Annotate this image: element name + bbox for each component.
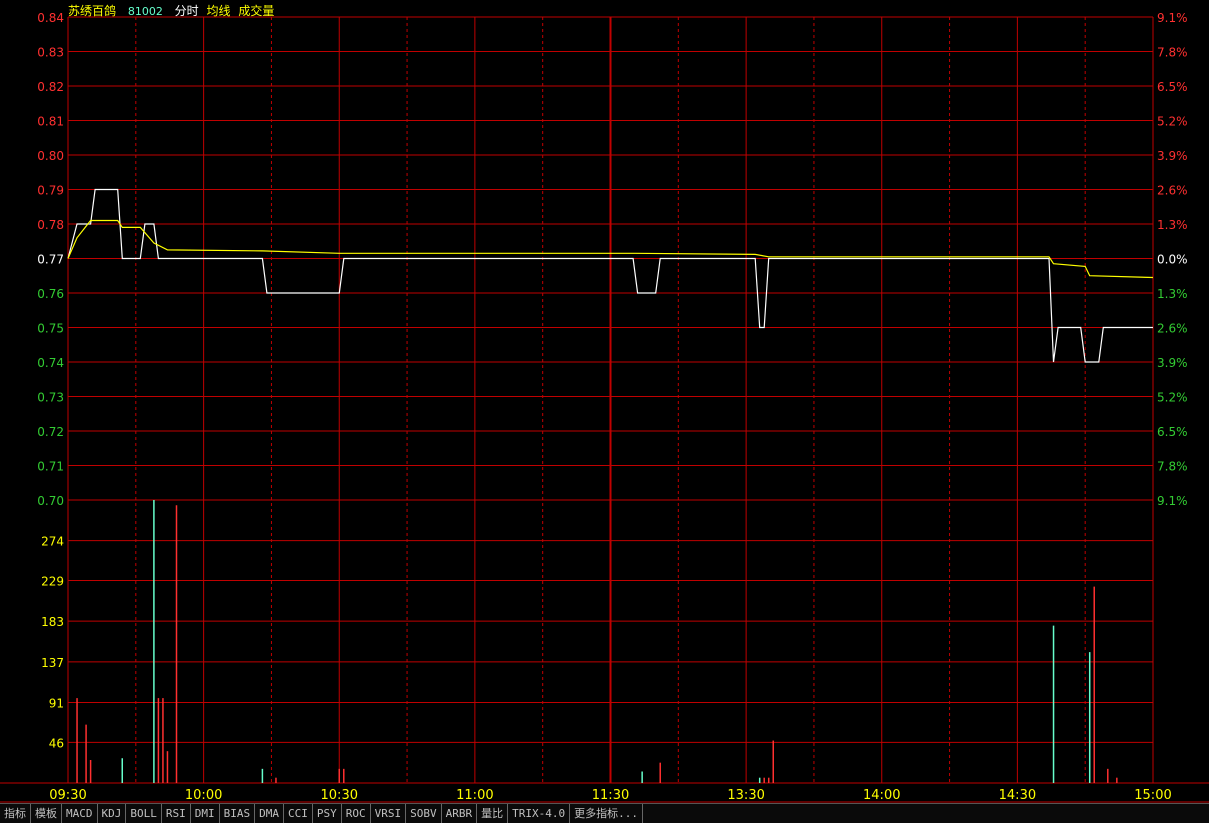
toolbar-tab[interactable]: TRIX-4.0 (508, 804, 571, 823)
price-tick-label: 0.75 (37, 322, 64, 336)
price-tick-label: 0.70 (37, 494, 64, 508)
price-tick-label: 0.83 (37, 46, 64, 60)
pct-tick-label: 5.2% (1157, 115, 1188, 129)
toolbar-tab[interactable]: ARBR (442, 804, 478, 823)
time-tick-label: 11:30 (592, 788, 629, 803)
pct-tick-label: 7.8% (1157, 46, 1188, 60)
toolbar-tab[interactable]: VRSI (371, 804, 407, 823)
toolbar-tab[interactable]: 量比 (477, 804, 509, 823)
volume-tick-label: 229 (41, 574, 64, 588)
toolbar-tab[interactable]: SOBV (406, 804, 442, 823)
pct-tick-label: 3.9% (1157, 356, 1188, 370)
price-tick-label: 0.82 (37, 80, 64, 94)
volume-tick-label: 46 (49, 736, 64, 750)
time-tick-label: 09:30 (49, 788, 86, 803)
time-tick-label: 10:00 (185, 788, 222, 803)
pct-tick-label: 3.9% (1157, 149, 1188, 163)
pct-tick-label: 6.5% (1157, 80, 1188, 94)
toolbar-tab[interactable]: DMA (255, 804, 284, 823)
price-tick-label: 0.79 (37, 184, 64, 198)
pct-tick-label: 2.6% (1157, 322, 1188, 336)
time-tick-label: 11:00 (456, 788, 493, 803)
intraday-chart: 0.84 9.1% 0.83 7.8% 0.82 6.5% 0.81 5.2% 0.80 3.9%… (0, 11, 1209, 803)
price-tick-label: 0.78 (37, 218, 64, 232)
price-tick-label: 0.76 (37, 287, 64, 301)
time-tick-label: 15:00 (1134, 788, 1171, 803)
toolbar-tab[interactable]: MACD (62, 804, 98, 823)
toolbar-tab[interactable]: 模板 (31, 804, 62, 823)
volume-tick-label: 91 (49, 697, 64, 711)
pct-tick-label: 2.6% (1157, 184, 1188, 198)
price-tick-label: 0.77 (37, 253, 64, 267)
price-tick-label: 0.72 (37, 425, 64, 439)
toolbar-tab[interactable]: RSI (162, 804, 191, 823)
pct-tick-label: 9.1% (1157, 11, 1188, 25)
pct-tick-label: 6.5% (1157, 425, 1188, 439)
price-tick-label: 0.80 (37, 149, 64, 163)
toolbar-tab[interactable]: BIAS (220, 804, 256, 823)
time-tick-label: 10:30 (321, 788, 358, 803)
time-tick-label: 14:00 (863, 788, 900, 803)
toolbar-tab[interactable]: KDJ (98, 804, 127, 823)
volume-tick-label: 274 (41, 535, 64, 549)
time-tick-label: 13:30 (727, 788, 764, 803)
price-tick-label: 0.71 (37, 460, 64, 474)
volume-tick-label: 137 (41, 656, 64, 670)
time-tick-label: 14:30 (999, 788, 1036, 803)
price-tick-label: 0.81 (37, 115, 64, 129)
pct-tick-label: 9.1% (1157, 494, 1188, 508)
pct-tick-label: 7.8% (1157, 460, 1188, 474)
price-tick-label: 0.74 (37, 356, 64, 370)
toolbar-tab[interactable]: PSY (313, 804, 342, 823)
toolbar-tab[interactable]: DMI (191, 804, 220, 823)
toolbar-tab[interactable]: 指标 (0, 804, 31, 823)
toolbar-tab[interactable]: CCI (284, 804, 313, 823)
price-tick-label: 0.73 (37, 391, 64, 405)
volume-tick-label: 183 (41, 615, 64, 629)
pct-tick-label: 1.3% (1157, 218, 1188, 232)
toolbar-tab[interactable]: ROC (342, 804, 371, 823)
toolbar-tab[interactable]: 更多指标... (570, 804, 643, 823)
pct-tick-label: 5.2% (1157, 391, 1188, 405)
pct-tick-label: 1.3% (1157, 287, 1188, 301)
toolbar-tab[interactable]: BOLL (126, 804, 162, 823)
pct-tick-label: 0.0% (1157, 253, 1188, 267)
price-tick-label: 0.84 (37, 11, 64, 25)
indicator-toolbar: 指标 模板 MACD KDJ BOLL RSI DMI BIAS DMA CCI PSY ROC VRS… (0, 803, 1209, 823)
